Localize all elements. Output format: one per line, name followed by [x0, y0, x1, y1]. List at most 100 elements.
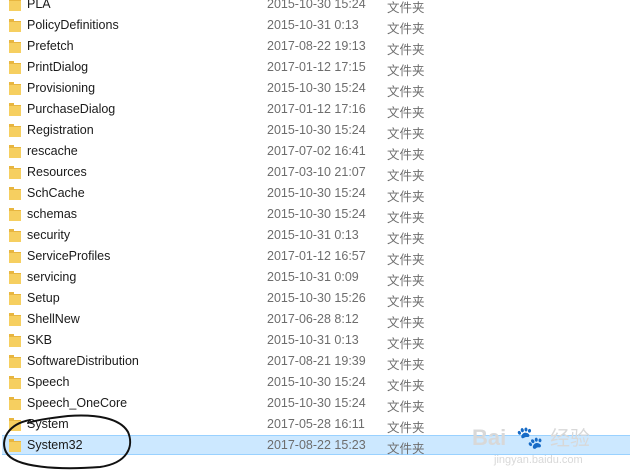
- file-row[interactable]: servicing 2015-10-31 0:09 文件夹: [0, 267, 630, 288]
- folder-icon: [9, 124, 21, 137]
- file-name: Provisioning: [27, 81, 96, 95]
- file-date-modified: 2017-03-10 21:07: [267, 165, 366, 179]
- file-name: SoftwareDistribution: [27, 354, 139, 368]
- file-row[interactable]: PrintDialog 2017-01-12 17:15 文件夹: [0, 57, 630, 78]
- file-date-modified: 2015-10-31 0:13: [267, 228, 359, 242]
- folder-icon: [9, 40, 21, 53]
- file-date-modified: 2015-10-30 15:24: [267, 375, 366, 389]
- folder-icon: [9, 418, 21, 431]
- file-row[interactable]: ServiceProfiles 2017-01-12 16:57 文件夹: [0, 246, 630, 267]
- file-type: 文件夹: [387, 106, 425, 120]
- file-row[interactable]: PurchaseDialog 2017-01-12 17:16 文件夹: [0, 99, 630, 120]
- file-list-pane: PLA 2015-10-30 15:24 文件夹 PolicyDefinitions 2…: [0, 0, 630, 473]
- file-name: Resources: [27, 165, 87, 179]
- file-name: PurchaseDialog: [27, 102, 116, 116]
- folder-icon: [9, 334, 21, 347]
- file-type: 文件夹: [387, 64, 425, 78]
- file-row[interactable]: Speech_OneCore 2015-10-30 15:24 文件夹: [0, 393, 630, 414]
- file-date-modified: 2017-08-22 15:23: [267, 438, 366, 452]
- file-type: 文件夹: [387, 400, 425, 414]
- file-row[interactable]: SoftwareDistribution 2017-08-21 19:39 文件夹: [0, 351, 630, 372]
- file-type: 文件夹: [387, 85, 425, 99]
- file-date-modified: 2015-10-30 15:24: [267, 186, 366, 200]
- file-name: PolicyDefinitions: [27, 18, 119, 32]
- file-name: security: [27, 228, 71, 242]
- file-date-modified: 2017-08-22 19:13: [267, 39, 366, 53]
- file-name: System: [27, 417, 69, 431]
- file-name: Speech: [27, 375, 70, 389]
- file-row[interactable]: Resources 2017-03-10 21:07 文件夹: [0, 162, 630, 183]
- file-type: 文件夹: [387, 190, 425, 204]
- file-type: 文件夹: [387, 127, 425, 141]
- file-date-modified: 2015-10-31 0:13: [267, 333, 359, 347]
- file-date-modified: 2017-05-28 16:11: [267, 417, 365, 431]
- file-name: Speech_OneCore: [27, 396, 128, 410]
- file-row[interactable]: Prefetch 2017-08-22 19:13 文件夹: [0, 36, 630, 57]
- file-date-modified: 2017-08-21 19:39: [267, 354, 366, 368]
- folder-icon: [9, 292, 21, 305]
- folder-icon: [9, 187, 21, 200]
- folder-icon: [9, 145, 21, 158]
- file-type: 文件夹: [387, 442, 425, 456]
- file-type: 文件夹: [387, 232, 425, 246]
- file-row[interactable]: SchCache 2015-10-30 15:24 文件夹: [0, 183, 630, 204]
- file-name: Prefetch: [27, 39, 74, 53]
- file-date-modified: 2017-06-28 8:12: [267, 312, 359, 326]
- file-name: schemas: [27, 207, 78, 221]
- file-type: 文件夹: [387, 1, 425, 15]
- file-date-modified: 2017-01-12 17:15: [267, 60, 366, 74]
- file-row[interactable]: rescache 2017-07-02 16:41 文件夹: [0, 141, 630, 162]
- folder-icon: [9, 250, 21, 263]
- folder-icon: [9, 376, 21, 389]
- folder-icon: [9, 19, 21, 32]
- folder-icon: [9, 271, 21, 284]
- file-date-modified: 2017-07-02 16:41: [267, 144, 366, 158]
- file-name: Registration: [27, 123, 94, 137]
- folder-icon: [9, 313, 21, 326]
- file-date-modified: 2015-10-30 15:24: [267, 81, 366, 95]
- file-type: 文件夹: [387, 253, 425, 267]
- folder-icon: [9, 0, 21, 11]
- file-name: System32: [27, 438, 83, 452]
- file-name: SKB: [27, 333, 53, 347]
- file-row[interactable]: SKB 2015-10-31 0:13 文件夹: [0, 330, 630, 351]
- file-row[interactable]: System 2017-05-28 16:11 文件夹: [0, 414, 630, 435]
- file-type: 文件夹: [387, 379, 425, 393]
- file-row[interactable]: security 2015-10-31 0:13 文件夹: [0, 225, 630, 246]
- file-name: ShellNew: [27, 312, 80, 326]
- file-type: 文件夹: [387, 211, 425, 225]
- file-row[interactable]: PolicyDefinitions 2015-10-31 0:13 文件夹: [0, 15, 630, 36]
- file-row[interactable]: PLA 2015-10-30 15:24 文件夹: [0, 0, 630, 15]
- file-row[interactable]: Registration 2015-10-30 15:24 文件夹: [0, 120, 630, 141]
- file-row[interactable]: Speech 2015-10-30 15:24 文件夹: [0, 372, 630, 393]
- file-row[interactable]: Provisioning 2015-10-30 15:24 文件夹: [0, 78, 630, 99]
- file-name: PrintDialog: [27, 60, 89, 74]
- file-row[interactable]: Setup 2015-10-30 15:26 文件夹: [0, 288, 630, 309]
- file-type: 文件夹: [387, 316, 425, 330]
- file-date-modified: 2015-10-30 15:24: [267, 207, 366, 221]
- file-row[interactable]: schemas 2015-10-30 15:24 文件夹: [0, 204, 630, 225]
- folder-icon: [9, 166, 21, 179]
- file-type: 文件夹: [387, 295, 425, 309]
- file-type: 文件夹: [387, 43, 425, 57]
- file-name: servicing: [27, 270, 77, 284]
- file-date-modified: 2017-01-12 17:16: [267, 102, 366, 116]
- file-row[interactable]: ShellNew 2017-06-28 8:12 文件夹: [0, 309, 630, 330]
- file-name: ServiceProfiles: [27, 249, 111, 263]
- folder-icon: [9, 229, 21, 242]
- folder-icon: [9, 61, 21, 74]
- file-date-modified: 2017-01-12 16:57: [267, 249, 366, 263]
- folder-icon: [9, 82, 21, 95]
- file-name: SchCache: [27, 186, 85, 200]
- folder-icon: [9, 103, 21, 116]
- file-name: PLA: [27, 0, 51, 11]
- file-type: 文件夹: [387, 274, 425, 288]
- file-row-selected[interactable]: System32 2017-08-22 15:23 文件夹: [0, 435, 630, 456]
- file-type: 文件夹: [387, 148, 425, 162]
- file-date-modified: 2015-10-31 0:13: [267, 18, 359, 32]
- file-list: PLA 2015-10-30 15:24 文件夹 PolicyDefinitions 2…: [0, 0, 630, 456]
- folder-icon: [9, 208, 21, 221]
- file-type: 文件夹: [387, 22, 425, 36]
- file-name: rescache: [27, 144, 78, 158]
- folder-icon: [9, 439, 21, 452]
